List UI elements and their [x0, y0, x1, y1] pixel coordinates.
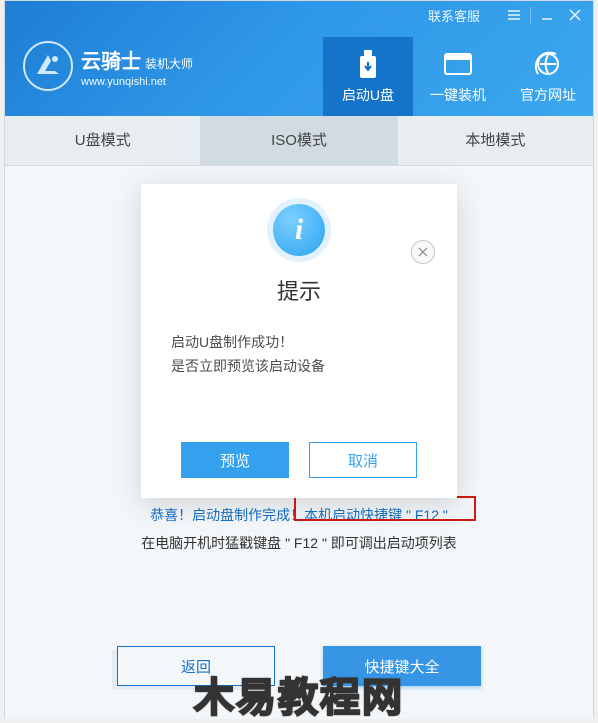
subtab-iso-mode[interactable]: ISO模式 — [201, 116, 397, 165]
separator — [530, 7, 531, 23]
preview-button[interactable]: 预览 — [181, 442, 289, 478]
minimize-button[interactable] — [533, 1, 561, 29]
usb-icon — [352, 49, 384, 79]
success-line2: 在电脑开机时猛戳键盘 " F12 " 即可调出启动项列表 — [5, 529, 593, 557]
subtab-local-mode[interactable]: 本地模式 — [398, 116, 593, 165]
success-line1a: 恭喜！启动盘制作完成！ — [150, 507, 304, 523]
dialog-close-button[interactable] — [411, 240, 435, 264]
brand-title: 云骑士装机大师 — [81, 45, 193, 74]
brand: 云骑士装机大师 www.yunqishi.net — [23, 41, 193, 91]
contact-link[interactable]: 联系客服 — [428, 6, 480, 25]
close-button[interactable] — [561, 1, 589, 29]
ie-icon — [532, 49, 564, 79]
tab-boot-usb[interactable]: 启动U盘 — [323, 37, 413, 116]
install-icon — [442, 49, 474, 79]
sub-tabs: U盘模式 ISO模式 本地模式 — [5, 116, 593, 166]
success-message: 恭喜！启动盘制作完成！本机启动快捷键 " F12 " 在电脑开机时猛戳键盘 " … — [5, 501, 593, 557]
info-icon: i — [273, 204, 325, 256]
content-area: 恭喜！启动盘制作完成！本机启动快捷键 " F12 " 在电脑开机时猛戳键盘 " … — [5, 166, 593, 719]
dialog-buttons: 预览 取消 — [181, 442, 417, 478]
hotkey-text: 本机启动快捷键 " F12 " — [304, 507, 448, 523]
main-tabs: 启动U盘 一键装机 官方网址 — [323, 37, 593, 116]
watermark-text: 木易教程网 — [194, 665, 404, 723]
dialog-title: 提示 — [277, 274, 321, 306]
app-window: 联系客服 云骑士装机大师 www.yunqishi.net — [4, 0, 594, 718]
cancel-button[interactable]: 取消 — [309, 442, 417, 478]
brand-name: 云骑士 — [81, 51, 141, 73]
title-bar: 联系客服 — [5, 1, 593, 29]
tab-label: 启动U盘 — [342, 85, 394, 105]
header: 联系客服 云骑士装机大师 www.yunqishi.net — [5, 1, 593, 116]
menu-button[interactable] — [500, 1, 528, 29]
dialog-body: 启动U盘制作成功！ 是否立即预览该启动设备 — [141, 330, 457, 378]
logo-icon — [23, 41, 73, 91]
brand-url: www.yunqishi.net — [81, 76, 193, 88]
subtab-usb-mode[interactable]: U盘模式 — [5, 116, 201, 165]
tab-official[interactable]: 官方网址 — [503, 37, 593, 116]
tab-label: 一键装机 — [430, 85, 486, 105]
tab-label: 官方网址 — [520, 85, 576, 105]
dialog-line1: 启动U盘制作成功！ — [171, 330, 427, 354]
brand-suffix: 装机大师 — [145, 57, 193, 71]
info-dialog: i 提示 启动U盘制作成功！ 是否立即预览该启动设备 预览 取消 — [141, 184, 457, 498]
dialog-line2: 是否立即预览该启动设备 — [171, 354, 427, 378]
tab-one-key[interactable]: 一键装机 — [413, 37, 503, 116]
